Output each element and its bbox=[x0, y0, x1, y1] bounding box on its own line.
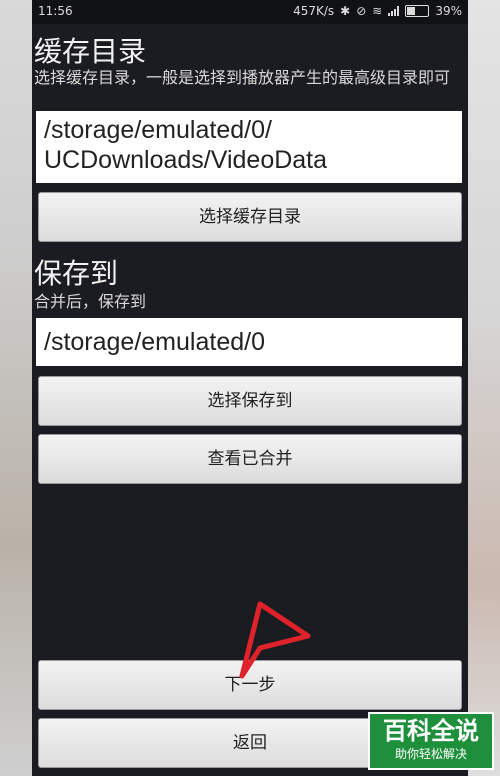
battery-fill bbox=[407, 7, 416, 15]
annotation-arrow-icon bbox=[239, 601, 311, 679]
cache-section-description: 选择缓存目录，一般是选择到播放器产生的最高级目录即可 bbox=[34, 68, 451, 87]
cache-path-line-1: /storage/emulated/0/ bbox=[44, 116, 272, 144]
status-time: 11:56 bbox=[38, 4, 73, 18]
signal-icon bbox=[388, 6, 400, 16]
battery-icon bbox=[405, 5, 430, 17]
status-icons: 457K/s ✱ ⊘ ≋ 39% bbox=[293, 4, 462, 18]
save-section-description: 合并后，保存到 bbox=[34, 292, 147, 311]
save-section-title: 保存到 bbox=[34, 257, 119, 290]
cache-path-line-2: UCDownloads/VideoData bbox=[44, 146, 328, 174]
blurred-background-left bbox=[0, 0, 32, 776]
save-path-field[interactable]: /storage/emulated/0 bbox=[36, 318, 462, 366]
battery-percent: 39% bbox=[435, 4, 462, 18]
blurred-background-right bbox=[468, 0, 500, 776]
alarm-off-icon: ⊘ bbox=[356, 4, 367, 18]
cache-path-field[interactable]: /storage/emulated/0/ UCDownloads/VideoDa… bbox=[36, 111, 462, 183]
annotation-arrow-shape bbox=[239, 601, 311, 679]
view-merged-button[interactable]: 查看已合并 bbox=[38, 434, 462, 484]
status-bar: 11:56 457K/s ✱ ⊘ ≋ 39% bbox=[32, 0, 468, 24]
network-speed: 457K/s bbox=[293, 4, 335, 18]
watermark-sub-text: 助你轻松解决 bbox=[394, 747, 467, 761]
bluetooth-icon: ✱ bbox=[340, 4, 351, 18]
choose-save-location-button[interactable]: 选择保存到 bbox=[38, 376, 462, 426]
choose-cache-dir-button[interactable]: 选择缓存目录 bbox=[38, 192, 462, 242]
wifi-icon: ≋ bbox=[372, 4, 383, 18]
cache-section-title: 缓存目录 bbox=[34, 35, 147, 68]
watermark-logo: 百科全说 助你轻松解决 bbox=[368, 712, 494, 770]
watermark-main-text: 百科全说 bbox=[383, 717, 479, 745]
